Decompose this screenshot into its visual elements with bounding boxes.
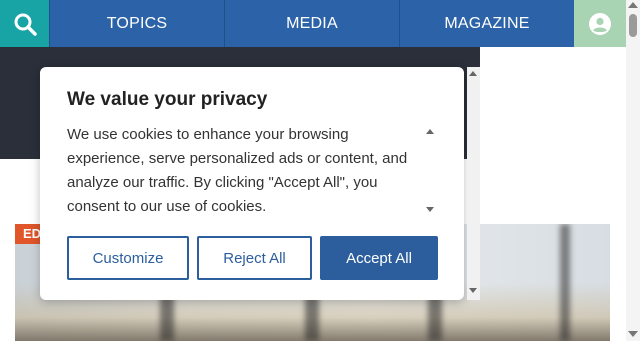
search-button[interactable] xyxy=(0,0,49,47)
accept-all-button[interactable]: Accept All xyxy=(320,236,438,280)
scroll-down-arrow-icon[interactable] xyxy=(628,331,638,337)
text-scroll-up-icon[interactable] xyxy=(426,129,434,134)
consent-body-text: We use cookies to enhance your browsing … xyxy=(67,126,408,215)
account-button[interactable] xyxy=(574,0,626,47)
consent-title: We value your privacy xyxy=(67,89,268,110)
page-scrollbar[interactable] xyxy=(626,0,640,341)
dialog-scroll-down-icon[interactable] xyxy=(469,288,477,293)
cookie-consent-dialog: We value your privacy We use cookies to … xyxy=(40,67,464,300)
nav-topics[interactable]: TOPICS xyxy=(49,0,224,47)
nav-media[interactable]: MEDIA xyxy=(224,0,399,47)
customize-button[interactable]: Customize xyxy=(67,236,189,280)
nav-magazine[interactable]: MAGAZINE xyxy=(399,0,574,47)
dialog-scrollbar[interactable] xyxy=(467,67,480,300)
text-scroll-down-icon[interactable] xyxy=(426,207,434,212)
page-scroll-thumb[interactable] xyxy=(629,14,637,37)
scroll-up-arrow-icon[interactable] xyxy=(628,2,638,8)
top-navigation: TOPICS MEDIA MAGAZINE xyxy=(0,0,626,47)
search-icon xyxy=(14,13,37,36)
user-avatar-icon xyxy=(589,12,611,35)
dialog-scroll-up-icon[interactable] xyxy=(469,71,477,76)
reject-all-button[interactable]: Reject All xyxy=(197,236,312,280)
